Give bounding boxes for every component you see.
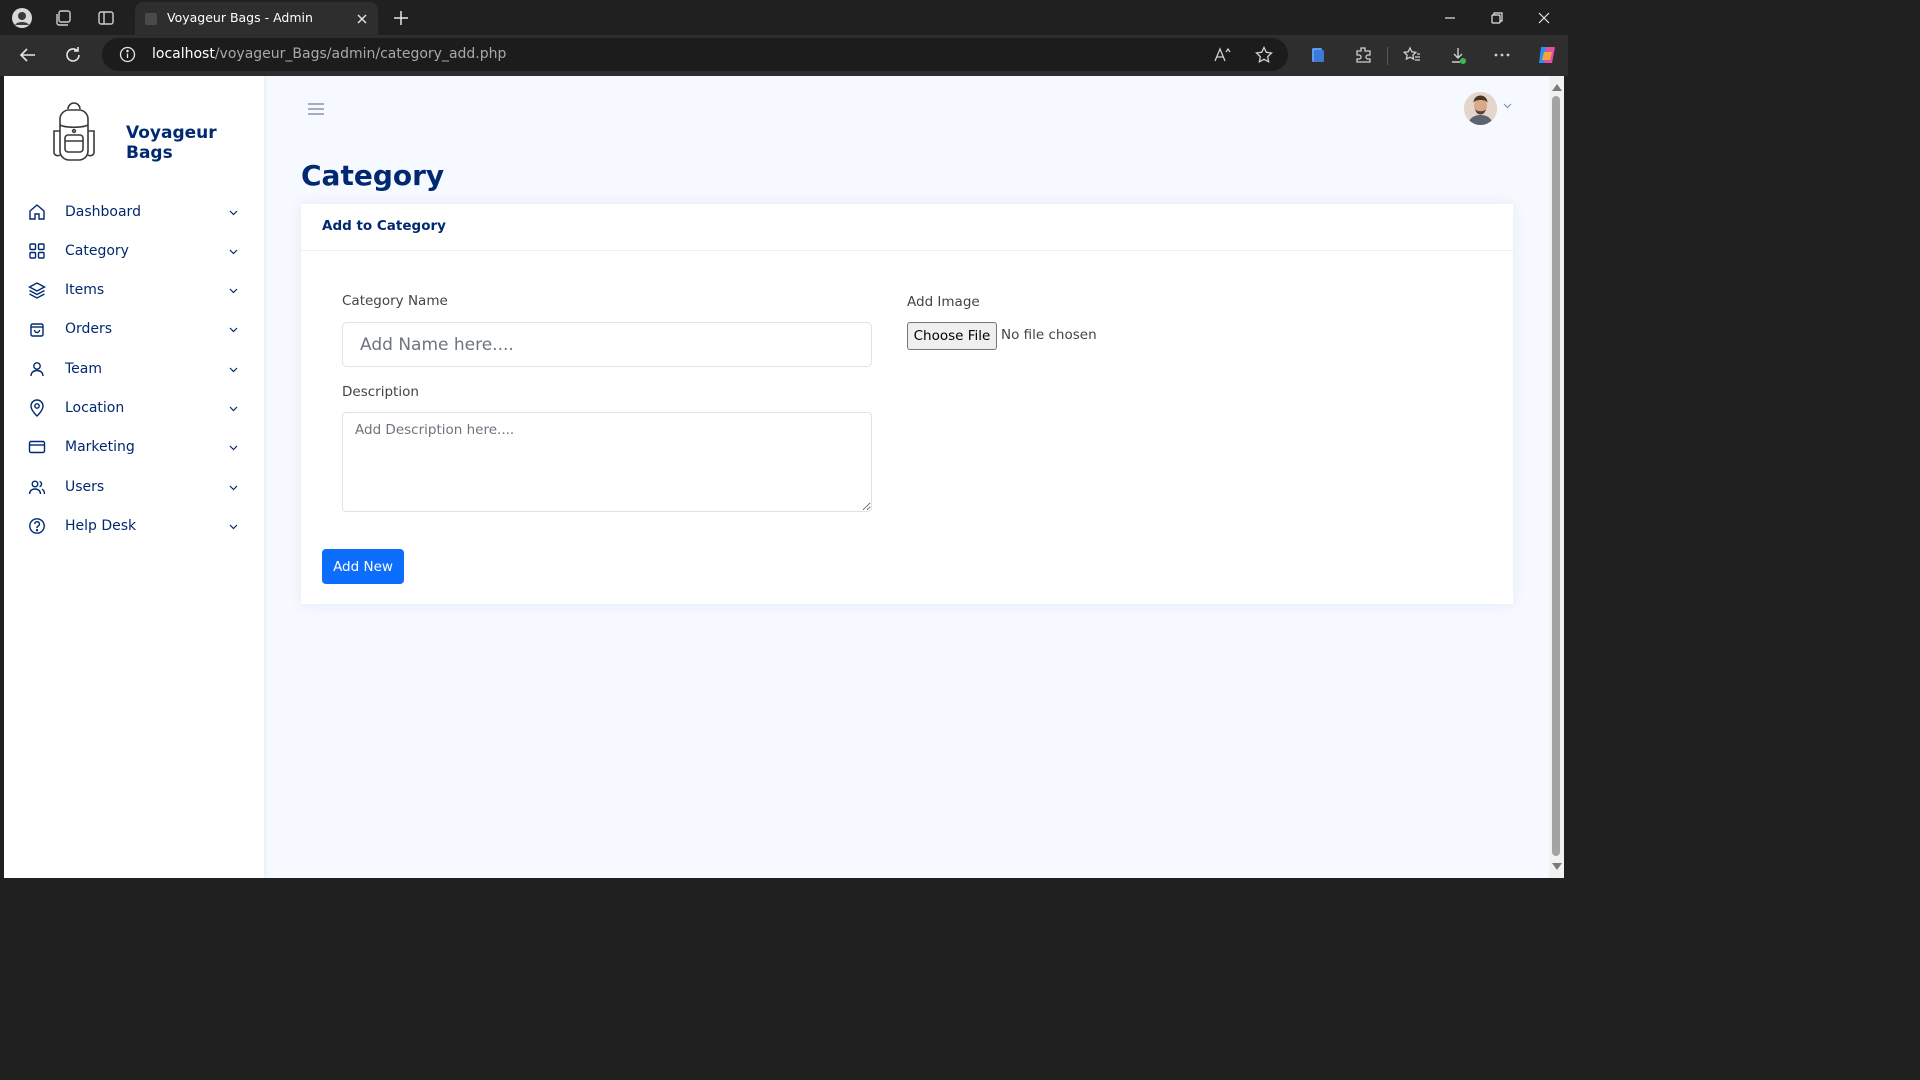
url-host: localhost	[152, 46, 215, 62]
sidebar-item-label: Items	[65, 282, 105, 298]
bag-icon	[28, 320, 46, 338]
downloads-icon[interactable]	[1448, 45, 1468, 65]
sidebar-item-label: Help Desk	[65, 518, 137, 534]
grid-icon	[28, 242, 46, 260]
sidebar-item-label: Team	[65, 361, 103, 377]
close-window-icon[interactable]	[1534, 8, 1554, 28]
chevron-down-icon[interactable]	[1502, 100, 1513, 111]
sidebar-item-label: Orders	[65, 321, 113, 337]
scroll-down-arrow-icon[interactable]	[1552, 863, 1562, 870]
chevron-down-icon	[228, 285, 239, 296]
sidebar-item-items[interactable]: Items	[4, 273, 264, 309]
sidebar-item-label: Dashboard	[65, 204, 141, 220]
collections-icon[interactable]	[1308, 45, 1328, 65]
sidebar-item-help-desk[interactable]: Help Desk	[4, 509, 264, 545]
backpack-logo-icon[interactable]	[51, 101, 97, 163]
minimize-icon[interactable]	[1440, 8, 1460, 28]
tab-title: Voyageur Bags - Admin	[167, 10, 313, 25]
map-pin-icon	[28, 399, 46, 417]
new-tab-icon[interactable]	[390, 7, 412, 29]
back-arrow-icon[interactable]	[16, 43, 40, 67]
url-path: /voyageur_Bags/admin/category_add.php	[214, 46, 507, 62]
url-text: localhost/voyageur_Bags/admin/category_a…	[152, 46, 506, 62]
scrollbar-thumb[interactable]	[1552, 96, 1560, 856]
card-title: Add to Category	[322, 218, 446, 234]
sidebar-item-category[interactable]: Category	[4, 234, 264, 270]
favorite-star-icon[interactable]	[1254, 45, 1274, 65]
add-new-button[interactable]: Add New	[322, 549, 404, 584]
description-label: Description	[342, 384, 419, 400]
address-bar[interactable]: localhost/voyageur_Bags/admin/category_a…	[102, 38, 1288, 71]
chevron-down-icon	[228, 442, 239, 453]
chevron-down-icon	[228, 324, 239, 335]
copilot-icon[interactable]	[1535, 43, 1559, 67]
people-icon	[28, 478, 46, 496]
toolbar-divider	[1387, 47, 1388, 65]
browser-tab[interactable]: Voyageur Bags - Admin	[135, 2, 378, 35]
extensions-icon[interactable]	[1353, 45, 1373, 65]
read-aloud-icon[interactable]	[1212, 45, 1232, 65]
profile-icon[interactable]	[11, 7, 33, 29]
layers-icon	[28, 281, 46, 299]
vertical-tabs-icon[interactable]	[95, 7, 117, 29]
choose-file-button[interactable]: Choose File	[907, 322, 997, 350]
chevron-down-icon	[228, 246, 239, 257]
chevron-down-icon	[228, 207, 239, 218]
restore-icon[interactable]	[1487, 8, 1507, 28]
close-tab-icon[interactable]	[354, 11, 370, 27]
tab-favicon-icon	[145, 13, 157, 25]
brand-name[interactable]: Voyageur Bags	[126, 123, 264, 163]
page-title: Category	[301, 159, 445, 192]
refresh-icon[interactable]	[61, 43, 85, 67]
person-icon	[28, 360, 46, 378]
credit-card-icon	[28, 438, 46, 456]
sidebar-item-users[interactable]: Users	[4, 470, 264, 506]
site-info-icon[interactable]	[119, 46, 136, 63]
chevron-down-icon	[228, 521, 239, 532]
chevron-down-icon	[228, 364, 239, 375]
sidebar-item-location[interactable]: Location	[4, 391, 264, 427]
chevron-down-icon	[228, 403, 239, 414]
workspaces-icon[interactable]	[52, 7, 74, 29]
sidebar-item-team[interactable]: Team	[4, 352, 264, 388]
sidebar-item-label: Users	[65, 479, 105, 495]
browser-title-bar: Voyageur Bags - Admin	[0, 0, 1568, 35]
house-icon	[28, 203, 46, 221]
favorites-list-icon[interactable]	[1402, 45, 1422, 65]
sidebar-item-dashboard[interactable]: Dashboard	[4, 195, 264, 231]
add-image-label: Add Image	[907, 294, 980, 310]
file-status-text: No file chosen	[1001, 327, 1097, 343]
sidebar-item-marketing[interactable]: Marketing	[4, 430, 264, 466]
chevron-down-icon	[228, 482, 239, 493]
sidebar-item-label: Marketing	[65, 439, 135, 455]
avatar[interactable]	[1464, 92, 1497, 125]
sidebar-item-label: Location	[65, 400, 125, 416]
description-textarea[interactable]	[342, 412, 872, 512]
card-header: Add to Category	[301, 204, 1513, 251]
more-options-icon[interactable]	[1492, 45, 1512, 65]
add-category-card: Add to Category Category Name Descriptio…	[301, 204, 1513, 604]
question-circle-icon	[28, 517, 46, 535]
page-viewport: Voyageur Bags Dashboard Category Items O…	[4, 76, 1549, 878]
window-bottom-edge	[0, 878, 1568, 882]
category-name-input[interactable]	[342, 322, 872, 367]
page-scrollbar[interactable]	[1549, 76, 1564, 878]
browser-toolbar: localhost/voyageur_Bags/admin/category_a…	[0, 35, 1568, 76]
sidebar-item-label: Category	[65, 243, 129, 259]
scroll-up-arrow-icon[interactable]	[1552, 84, 1562, 91]
category-name-label: Category Name	[342, 293, 448, 309]
sidebar-item-orders[interactable]: Orders	[4, 312, 264, 348]
hamburger-menu-icon[interactable]	[306, 100, 326, 118]
sidebar: Voyageur Bags Dashboard Category Items O…	[4, 76, 264, 878]
